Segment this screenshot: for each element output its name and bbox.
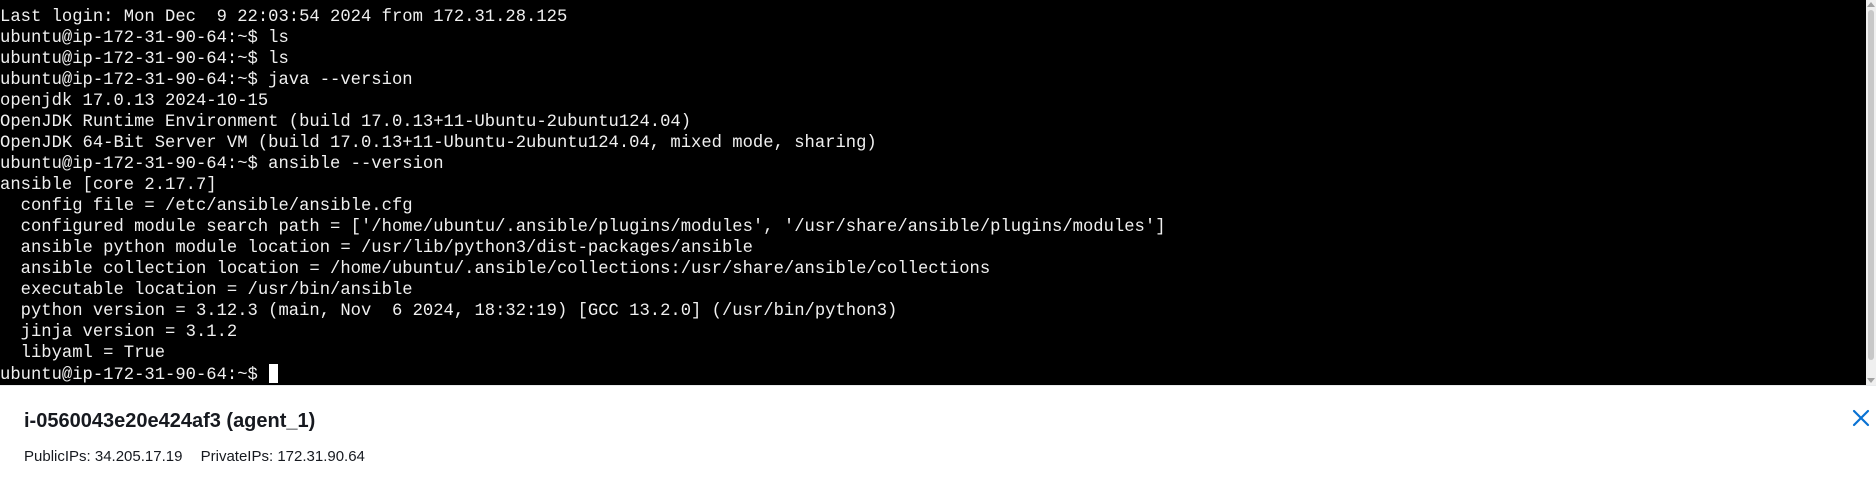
terminal-line: executable location = /usr/bin/ansible <box>0 281 413 300</box>
terminal-line: ubuntu@ip-172-31-90-64:~$ java --version <box>0 71 413 90</box>
terminal-prompt: ubuntu@ip-172-31-90-64:~$ <box>0 366 269 385</box>
terminal-line: libyaml = True <box>0 344 166 363</box>
private-ips: PrivateIPs: 172.31.90.64 <box>200 448 365 465</box>
terminal-line: openjdk 17.0.13 2024-10-15 <box>0 92 269 111</box>
scroll-up-arrow-icon[interactable] <box>1867 2 1875 7</box>
scrollbar-thumb[interactable] <box>1868 10 1874 360</box>
terminal-line: python version = 3.12.3 (main, Nov 6 202… <box>0 302 898 321</box>
instance-title: i-0560043e20e424af3 (agent_1) <box>24 410 316 432</box>
terminal-prompt-line[interactable]: ubuntu@ip-172-31-90-64:~$ <box>0 364 1166 385</box>
terminal-line: OpenJDK 64-Bit Server VM (build 17.0.13+… <box>0 134 877 153</box>
terminal-line: ansible python module location = /usr/li… <box>0 239 753 258</box>
terminal-line: Last login: Mon Dec 9 22:03:54 2024 from… <box>0 8 568 27</box>
close-button[interactable] <box>1851 408 1871 428</box>
terminal-line: ubuntu@ip-172-31-90-64:~$ ls <box>0 29 289 48</box>
instance-info-panel: i-0560043e20e424af3 (agent_1) PublicIPs:… <box>0 385 1876 480</box>
terminal-line: ubuntu@ip-172-31-90-64:~$ ls <box>0 50 289 69</box>
public-ips: PublicIPs: 34.205.17.19 <box>24 448 183 465</box>
terminal-output: Last login: Mon Dec 9 22:03:54 2024 from… <box>0 7 1166 385</box>
terminal-scrollbar[interactable] <box>1866 0 1876 385</box>
terminal-window[interactable]: Last login: Mon Dec 9 22:03:54 2024 from… <box>0 0 1866 385</box>
terminal-line: config file = /etc/ansible/ansible.cfg <box>0 197 413 216</box>
terminal-line: ansible collection location = /home/ubun… <box>0 260 991 279</box>
instance-ip-row: PublicIPs: 34.205.17.19 PrivateIPs: 172.… <box>24 448 379 465</box>
terminal-line: jinja version = 3.1.2 <box>0 323 238 342</box>
terminal-cursor <box>269 364 279 383</box>
close-icon <box>1852 409 1870 427</box>
terminal-line: ubuntu@ip-172-31-90-64:~$ ansible --vers… <box>0 155 444 174</box>
scroll-down-arrow-icon[interactable] <box>1867 378 1875 383</box>
terminal-line: OpenJDK Runtime Environment (build 17.0.… <box>0 113 692 132</box>
terminal-line: configured module search path = ['/home/… <box>0 218 1166 237</box>
terminal-line: ansible [core 2.17.7] <box>0 176 217 195</box>
